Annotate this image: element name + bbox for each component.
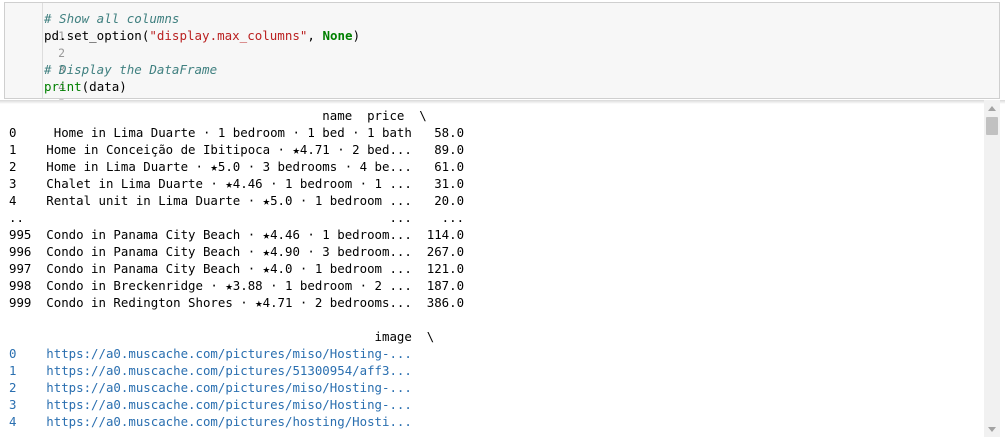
- output-link-row[interactable]: 2 https://a0.muscache.com/pictures/miso/…: [9, 379, 412, 396]
- output-ellipsis-row: .. ... ...: [9, 210, 465, 225]
- output-scrollbar[interactable]: [984, 100, 1000, 437]
- output-row: 4 Rental unit in Lima Duarte · ★5.0 · 1 …: [9, 193, 465, 208]
- output-top-shadow: [0, 100, 1005, 104]
- output-link-row[interactable]: 3 https://a0.muscache.com/pictures/miso/…: [9, 396, 412, 413]
- output-link-row[interactable]: 4 https://a0.muscache.com/pictures/hosti…: [9, 413, 412, 430]
- code-paren: ): [352, 28, 361, 43]
- output-link-row[interactable]: 0 https://a0.muscache.com/pictures/miso/…: [9, 345, 412, 362]
- code-string: "display.max_columns": [149, 28, 308, 43]
- output-header-row: image \: [9, 329, 435, 344]
- output-row: 996 Condo in Panama City Beach · ★4.90 ·…: [9, 244, 465, 259]
- code-cell[interactable]: 1 # Show all columns 2 pd.set_option("di…: [4, 2, 1000, 111]
- scroll-down-arrow-icon[interactable]: [984, 421, 1000, 437]
- code-separator: ,: [307, 28, 323, 43]
- code-line-4[interactable]: 4 # Display the DataFrame: [5, 61, 985, 94]
- output-row: 998 Condo in Breckenridge · ★3.88 · 1 be…: [9, 278, 465, 293]
- output-row: 2 Home in Lima Duarte · ★5.0 · 3 bedroom…: [9, 159, 465, 174]
- code-args: (data): [81, 79, 127, 94]
- output-row: 0 Home in Lima Duarte · 1 bedroom · 1 be…: [9, 125, 465, 140]
- output-row: 999 Condo in Redington Shores · ★4.71 · …: [9, 295, 465, 310]
- output-row: 1 Home in Conceição de Ibitipoca · ★4.71…: [9, 142, 465, 157]
- code-comment: # Display the DataFrame: [44, 62, 218, 77]
- code-line-3[interactable]: 3: [5, 44, 985, 77]
- code-line-2[interactable]: 2 pd.set_option("display.max_columns", N…: [5, 27, 985, 60]
- code-comment: # Show all columns: [44, 11, 180, 26]
- code-builtin: print: [44, 79, 82, 94]
- code-line-1[interactable]: 1 # Show all columns: [5, 10, 985, 43]
- output-link-row[interactable]: 1 https://a0.muscache.com/pictures/51300…: [9, 362, 412, 379]
- code-keyword: None: [322, 28, 353, 43]
- output-area[interactable]: name price \ 0 Home in Lima Duarte · 1 b…: [0, 100, 1005, 442]
- output-row: 995 Condo in Panama City Beach · ★4.46 ·…: [9, 227, 465, 242]
- scroll-up-arrow-icon[interactable]: [984, 100, 1000, 116]
- code-call: pd.set_option(: [44, 28, 150, 43]
- scrollbar-thumb[interactable]: [986, 117, 998, 135]
- code-line-5[interactable]: 5 print(data): [5, 78, 985, 111]
- output-row: 3 Chalet in Lima Duarte · ★4.46 · 1 bedr…: [9, 176, 465, 191]
- output-row: 997 Condo in Panama City Beach · ★4.0 · …: [9, 261, 465, 276]
- output-header-row: name price \: [9, 108, 427, 123]
